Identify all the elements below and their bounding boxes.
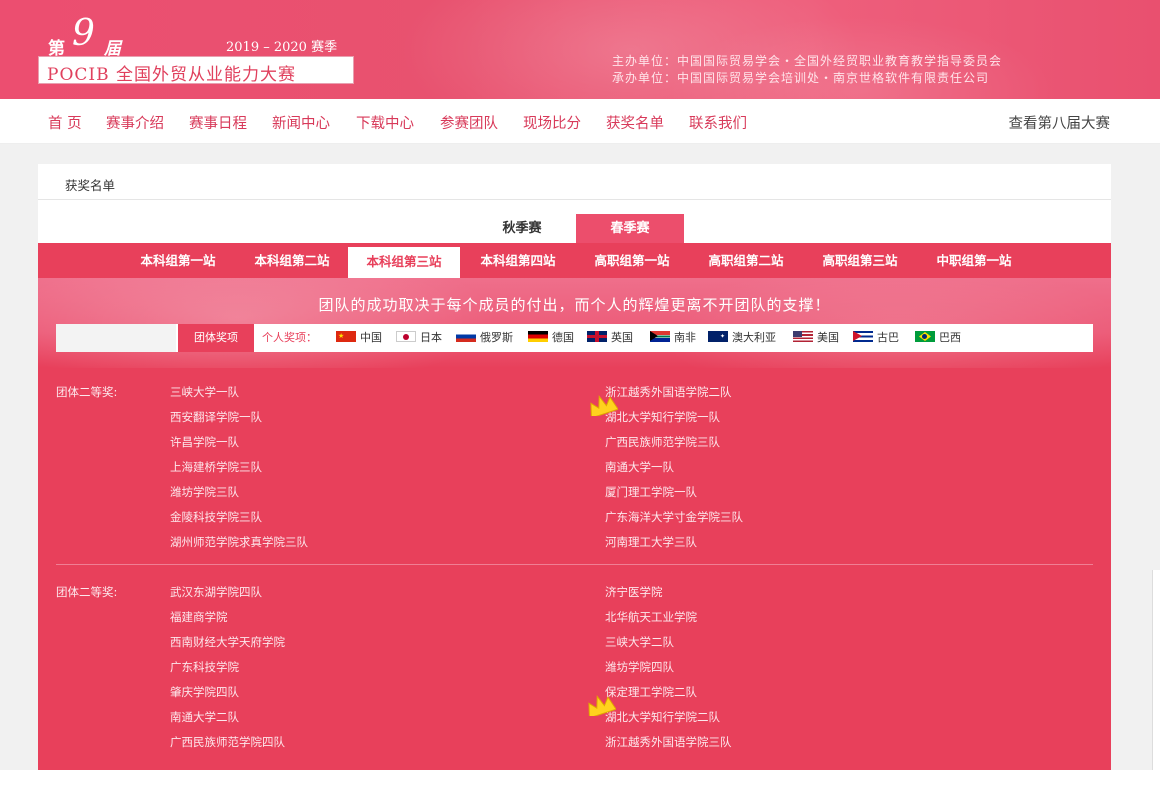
list-item: 浙江越秀外国语学院三队 (605, 735, 732, 749)
list-item: 广西民族师范学院四队 (170, 735, 285, 749)
nav-winners[interactable]: 获奖名单 (606, 112, 664, 133)
season-label: 2019 – 2020 赛季 (226, 40, 338, 55)
de-flag-icon (528, 331, 548, 342)
list-item: 湖北大学知行学院二队 (605, 710, 720, 724)
logo[interactable]: POCIB 全国外贸从业能力大赛 (38, 56, 354, 85)
nav-intro[interactable]: 赛事介绍 (106, 112, 164, 133)
list-item: 西南财经大学天府学院 (170, 635, 285, 649)
list-item: 河南理工大学三队 (605, 535, 697, 549)
country-japan[interactable]: 日本 (396, 324, 442, 352)
co-organizer-text: 承办单位：中国国际贸易学会培训处・南京世格软件有限责任公司 (612, 71, 990, 85)
list-item: 潍坊学院三队 (170, 485, 239, 499)
country-russia[interactable]: 俄罗斯 (456, 324, 513, 352)
tab-undergrad-4[interactable]: 本科组第四站 (466, 243, 570, 278)
list-item: 西安翻译学院一队 (170, 410, 262, 424)
country-china[interactable]: ★ 中国 (336, 324, 382, 352)
list-item: 广东海洋大学寸金学院三队 (605, 510, 743, 524)
nav-live-score[interactable]: 现场比分 (523, 112, 581, 133)
us-flag-icon (793, 331, 813, 342)
tab-secondary-1[interactable]: 中职组第一站 (922, 243, 1026, 278)
au-flag-icon: ✦ (708, 331, 728, 342)
country-cuba[interactable]: 古巴 (853, 324, 899, 352)
personal-award-label: 个人奖项： (262, 331, 317, 344)
country-uk[interactable]: 英国 (587, 324, 633, 352)
tab-autumn[interactable]: 秋季赛 (468, 214, 576, 243)
organizer-text: 主办单位：中国国际贸易学会・全国外经贸职业教育教学指导委员会 (612, 54, 1003, 68)
list-item: 三峡大学二队 (605, 635, 674, 649)
group-divider (56, 564, 1093, 565)
cu-flag-icon (853, 331, 873, 342)
side-scroll-area (1152, 570, 1160, 770)
country-germany[interactable]: 德国 (528, 324, 574, 352)
view-previous-link[interactable]: 查看第八届大赛 (1009, 112, 1111, 133)
list-item: 保定理工学院二队 (605, 685, 697, 699)
tab-undergrad-1[interactable]: 本科组第一站 (126, 243, 230, 278)
list-item: 许昌学院一队 (170, 435, 239, 449)
award-filter-bar: 团体奖项 个人奖项： ★ 中国 日本 俄罗斯 德国 英国 南非 ✦ 澳大利亚 美… (56, 324, 1093, 352)
divider (38, 199, 1111, 200)
ru-flag-icon (456, 331, 476, 342)
award-category: 团体二等奖: (56, 585, 118, 599)
list-item: 济宁医学院 (605, 585, 663, 599)
breadcrumb: 获奖名单 (65, 178, 116, 193)
list-item: 浙江越秀外国语学院二队 (605, 385, 732, 399)
list-item: 福建商学院 (170, 610, 228, 624)
list-item: 武汉东湖学院四队 (170, 585, 262, 599)
list-item: 南通大学一队 (605, 460, 674, 474)
list-item: 厦门理工学院一队 (605, 485, 697, 499)
list-item: 上海建桥学院三队 (170, 460, 262, 474)
country-usa[interactable]: 美国 (793, 324, 839, 352)
motto-banner: 团队的成功取决于每个成员的付出，而个人的辉煌更离不开团队的支撑！ 团体奖项 个人… (38, 278, 1111, 368)
tab-vocational-1[interactable]: 高职组第一站 (580, 243, 684, 278)
list-item: 广东科技学院 (170, 660, 239, 674)
br-flag-icon (915, 331, 935, 342)
motto-text: 团队的成功取决于每个成员的付出，而个人的辉煌更离不开团队的支撑！ (318, 296, 831, 314)
stage-tabs: 本科组第一站 本科组第二站 本科组第三站 本科组第四站 高职组第一站 高职组第二… (38, 243, 1111, 278)
jp-flag-icon (396, 331, 416, 342)
nav-teams[interactable]: 参赛团队 (440, 112, 498, 133)
logo-text: POCIB 全国外贸从业能力大赛 (47, 65, 296, 85)
list-item: 湖北大学知行学院一队 (605, 410, 720, 424)
tab-spring[interactable]: 春季赛 (576, 214, 684, 243)
list-item: 南通大学二队 (170, 710, 239, 724)
main-nav: 首 页 赛事介绍 赛事日程 新闻中心 下载中心 参赛团队 现场比分 获奖名单 联… (0, 99, 1160, 144)
team-award-button[interactable]: 团体奖项 (178, 324, 254, 352)
list-item: 北华航天工业学院 (605, 610, 697, 624)
list-item: 金陵科技学院三队 (170, 510, 262, 524)
nav-news[interactable]: 新闻中心 (272, 112, 330, 133)
za-flag-icon (650, 331, 670, 342)
country-brazil[interactable]: 巴西 (915, 324, 961, 352)
tab-vocational-2[interactable]: 高职组第二站 (694, 243, 798, 278)
crown-icon (590, 395, 618, 416)
list-item: 肇庆学院四队 (170, 685, 239, 699)
site-header: 第 9 届 2019 – 2020 赛季 POCIB 全国外贸从业能力大赛 主办… (0, 0, 1160, 99)
list-item: 广西民族师范学院三队 (605, 435, 720, 449)
nav-home[interactable]: 首 页 (48, 112, 82, 133)
cn-flag-icon: ★ (336, 331, 356, 342)
awards-panel: 获奖名单 秋季赛 春季赛 本科组第一站 本科组第二站 本科组第三站 本科组第四站… (38, 164, 1111, 770)
tab-undergrad-3[interactable]: 本科组第三站 (348, 247, 460, 278)
list-item: 潍坊学院四队 (605, 660, 674, 674)
award-category: 团体二等奖: (56, 385, 118, 399)
country-australia[interactable]: ✦ 澳大利亚 (708, 324, 776, 352)
list-item: 三峡大学一队 (170, 385, 239, 399)
tab-undergrad-2[interactable]: 本科组第二站 (240, 243, 344, 278)
country-south-africa[interactable]: 南非 (650, 324, 696, 352)
list-item: 湖州师范学院求真学院三队 (170, 535, 308, 549)
crown-icon (588, 695, 616, 716)
awards-list: 团体二等奖: 三峡大学一队 西安翻译学院一队 许昌学院一队 上海建桥学院三队 潍… (38, 368, 1111, 770)
nav-contact[interactable]: 联系我们 (689, 112, 747, 133)
uk-flag-icon (587, 331, 607, 342)
edition-number: 9 (72, 13, 95, 54)
nav-schedule[interactable]: 赛事日程 (189, 112, 247, 133)
tab-vocational-3[interactable]: 高职组第三站 (808, 243, 912, 278)
nav-download[interactable]: 下载中心 (356, 112, 414, 133)
